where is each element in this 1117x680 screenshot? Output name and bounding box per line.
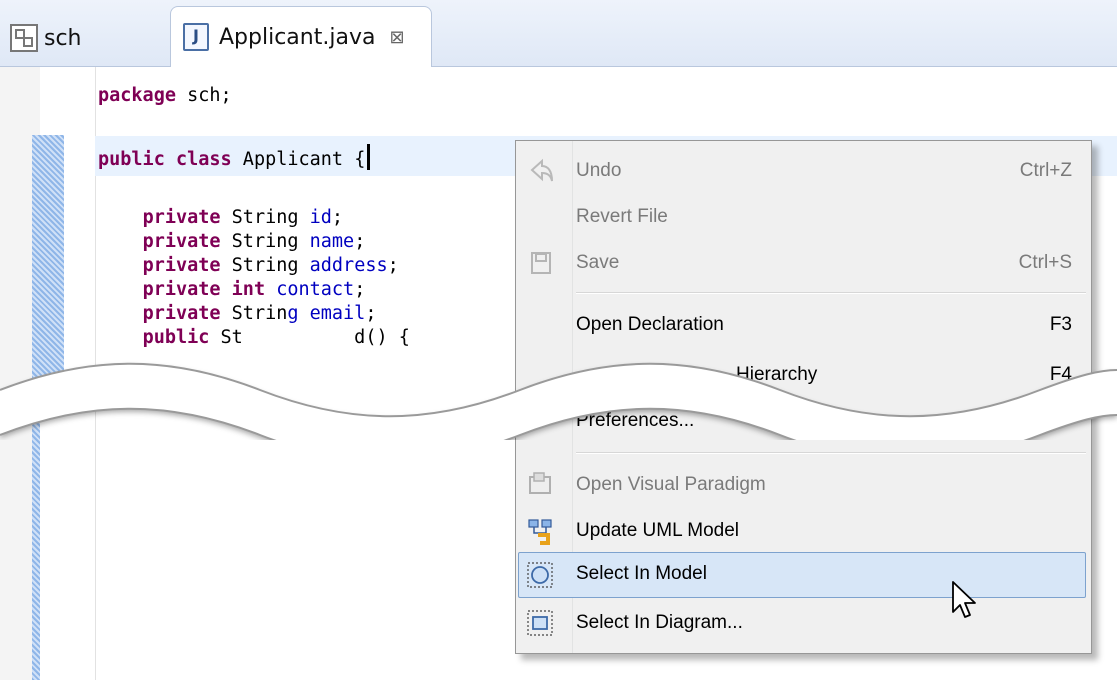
menu-item-label: Select In Diagram... <box>576 612 743 633</box>
keyword: int <box>231 279 266 300</box>
menu-separator <box>576 452 1086 454</box>
menu-item-save[interactable]: Save Ctrl+S <box>576 241 1086 285</box>
keyword: private <box>142 279 221 300</box>
menu-item-accelerator: Ctrl+Z <box>1019 160 1072 181</box>
keyword: public <box>98 149 165 170</box>
punct: ; <box>354 231 366 252</box>
code-text: sch; <box>175 85 232 106</box>
keyword: class <box>175 149 232 170</box>
field-name: name <box>309 231 355 252</box>
menu-separator <box>576 292 1086 294</box>
menu-item-accelerator: Ctrl+S <box>1018 252 1072 273</box>
menu-item-update-uml-model[interactable]: Update UML Model <box>576 509 1086 553</box>
tab-sch[interactable]: sch <box>10 10 82 66</box>
tab-label: sch <box>44 25 82 51</box>
close-tab-icon[interactable]: ⊠ <box>389 27 404 48</box>
mouse-cursor-icon <box>952 581 976 618</box>
punct: ; <box>387 255 399 276</box>
menu-item-label: Open Visual Paradigm <box>576 474 766 495</box>
keyword: package <box>98 85 176 106</box>
code-line-class[interactable]: public class Applicant { <box>98 144 371 172</box>
undo-icon <box>530 158 553 182</box>
menu-item-label: Update UML Model <box>576 520 739 541</box>
menu-item-label: Undo <box>576 160 622 181</box>
menu-item-select-in-model[interactable]: Select In Model <box>576 552 1086 596</box>
update-uml-icon <box>528 519 552 545</box>
select-in-model-icon <box>527 562 553 588</box>
menu-item-select-in-diagram[interactable]: Select In Diagram... <box>576 601 1086 645</box>
field-name: contact <box>276 279 355 300</box>
type-name: String <box>220 207 310 228</box>
save-icon <box>531 252 551 274</box>
type-name: String <box>220 231 310 252</box>
menu-item-label: Save <box>576 252 620 273</box>
code-text: Applicant { <box>231 149 366 170</box>
punct: ; <box>354 279 366 300</box>
keyword: private <box>142 207 221 228</box>
punct: ; <box>331 207 344 228</box>
tab-label: Applicant.java <box>219 24 376 50</box>
tab-applicant-java[interactable]: J Applicant.java ⊠ <box>170 6 432 67</box>
menu-item-revert-file[interactable]: Revert File <box>576 195 1086 239</box>
keyword: private <box>142 255 221 276</box>
screenshot-break-wave <box>0 362 1117 440</box>
keyword: private <box>142 231 221 252</box>
menu-item-undo[interactable]: Undo Ctrl+Z <box>576 149 1086 193</box>
type-name: String <box>220 255 310 276</box>
quick-diff-marker <box>32 410 40 680</box>
package-explorer-icon <box>10 24 38 52</box>
editor-tab-bar: sch J Applicant.java ⊠ <box>0 0 1117 67</box>
menu-item-label: Revert File <box>576 206 668 227</box>
field-name: address <box>309 255 388 276</box>
select-in-diagram-icon <box>527 610 553 636</box>
text-caret <box>367 144 371 170</box>
java-file-icon: J <box>183 23 209 51</box>
menu-item-open-visual-paradigm[interactable]: Open Visual Paradigm <box>576 463 1086 507</box>
visual-paradigm-icon <box>529 472 551 494</box>
menu-item-label: Select In Model <box>576 563 707 584</box>
field-name: id <box>309 207 332 228</box>
code-line-package[interactable]: package sch; <box>98 84 232 108</box>
